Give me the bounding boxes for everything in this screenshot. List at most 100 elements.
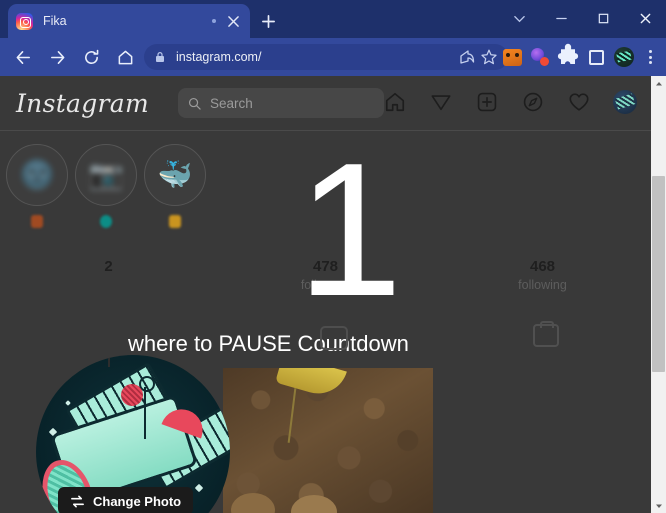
countdown-number: 1 [297,124,403,336]
color-orb-icon [531,48,549,66]
instagram-logo: Instagram [16,88,150,118]
home-icon [385,92,405,112]
telescope-extension-button[interactable] [610,43,638,71]
story-ring: 🌚 [6,144,68,206]
plus-icon [262,15,275,28]
metamask-fox-icon [502,48,522,66]
url-text: instagram.com/ [176,50,262,64]
close-icon [640,13,650,23]
extensions-puzzle-button[interactable] [554,43,582,71]
nav-new-post-button[interactable] [475,90,499,114]
story-item[interactable]: 🐳 [142,144,208,228]
post-thumbnail[interactable] [223,368,433,513]
share-icon[interactable] [458,48,476,66]
explore-icon [523,92,543,112]
extensions-row [498,42,662,72]
red-dot-decoration [121,384,143,406]
story-ring: 📷 [75,144,137,206]
tab-title: Fika [43,14,67,28]
stem-shape [287,388,297,443]
story-emoji: 📷 [88,159,124,190]
page-viewport: Instagram Search 🌚 📷 🐳 2 478 followers 4… [0,76,666,513]
forward-button[interactable] [42,42,72,72]
browser-window: Fika instagram.com/ Instagram Search 🌚 📷… [0,0,666,513]
address-bar[interactable]: instagram.com/ [144,44,508,70]
chevron-down-icon [655,504,662,508]
window-controls [498,0,666,36]
story-ring: 🐳 [144,144,206,206]
square-icon [588,49,604,65]
chevron-up-icon [655,81,662,85]
maximize-button[interactable] [582,0,624,36]
stat-label: following [518,278,567,292]
chevron-down-icon [513,15,525,22]
scrollbar-thumb[interactable] [652,176,665,372]
chrome-menu-button[interactable] [638,43,662,71]
stat-value: 468 [529,258,556,275]
change-photo-button[interactable]: Change Photo [58,487,194,513]
story-username-label [100,215,112,228]
forward-arrow-icon [50,50,64,64]
activity-heart-icon [569,93,589,111]
profile-avatar [613,90,637,114]
banana-shape [275,368,347,401]
square-extension-button[interactable] [582,43,610,71]
nav-profile-button[interactable] [613,90,637,114]
bookmark-star-icon[interactable] [480,48,498,66]
back-arrow-icon [16,50,30,64]
reload-icon [84,49,98,64]
reload-button[interactable] [76,42,106,72]
browser-toolbar: instagram.com/ [0,38,666,76]
puzzle-extensions-icon [557,43,579,64]
swap-arrows-icon [71,495,84,507]
lock-icon [156,52,164,62]
story-username-label [31,215,43,228]
metamask-fox-extension-button[interactable] [498,43,526,71]
scroll-down-button[interactable] [651,498,666,513]
instagram-page: Instagram Search 🌚 📷 🐳 2 478 followers 4… [0,76,651,513]
antenna-icon [139,376,155,439]
antenna-icon [108,355,110,367]
nav-home-button[interactable] [383,90,407,114]
nav-explore-button[interactable] [521,90,545,114]
new-post-icon [477,92,497,112]
back-button[interactable] [8,42,38,72]
profile-photo-bubble[interactable]: Change Photo [36,355,230,513]
pebble-shape [231,493,275,513]
home-icon [118,50,132,64]
change-photo-label: Change Photo [93,493,182,509]
stat-value: 2 [104,258,113,275]
story-item[interactable]: 📷 [73,144,139,228]
maximize-icon [598,13,608,23]
instagram-search-input[interactable]: Search [178,88,385,118]
close-icon [227,15,239,27]
minimize-icon [555,17,567,19]
messenger-icon [431,95,451,111]
search-placeholder: Search [210,95,253,111]
scroll-up-button[interactable] [651,76,666,91]
story-item[interactable]: 🌚 [4,144,70,228]
pebble-shape [291,495,337,513]
tab-search-button[interactable] [498,0,540,36]
nav-activity-button[interactable] [567,90,591,114]
stat-following[interactable]: 468 following [434,258,651,310]
window-close-button[interactable] [624,0,666,36]
nav-messenger-button[interactable] [429,90,453,114]
instagram-nav [383,90,637,114]
tab-close-button[interactable] [224,12,242,30]
stat-posts[interactable]: 2 [0,258,217,310]
story-emoji: 🐳 [157,159,193,190]
browser-titlebar: Fika [0,0,666,38]
instagram-header: Instagram Search [0,76,651,131]
telescope-green-icon [614,47,634,67]
color-orb-extension-button[interactable] [526,43,554,71]
new-tab-button[interactable] [256,9,281,34]
search-icon [189,97,201,110]
home-button[interactable] [110,42,140,72]
page-scrollbar[interactable] [651,76,666,513]
minimize-button[interactable] [540,0,582,36]
story-emoji: 🌚 [19,159,55,190]
tab-audio-dot-icon [212,19,216,23]
instagram-favicon [16,12,33,30]
browser-tab[interactable]: Fika [8,4,250,38]
